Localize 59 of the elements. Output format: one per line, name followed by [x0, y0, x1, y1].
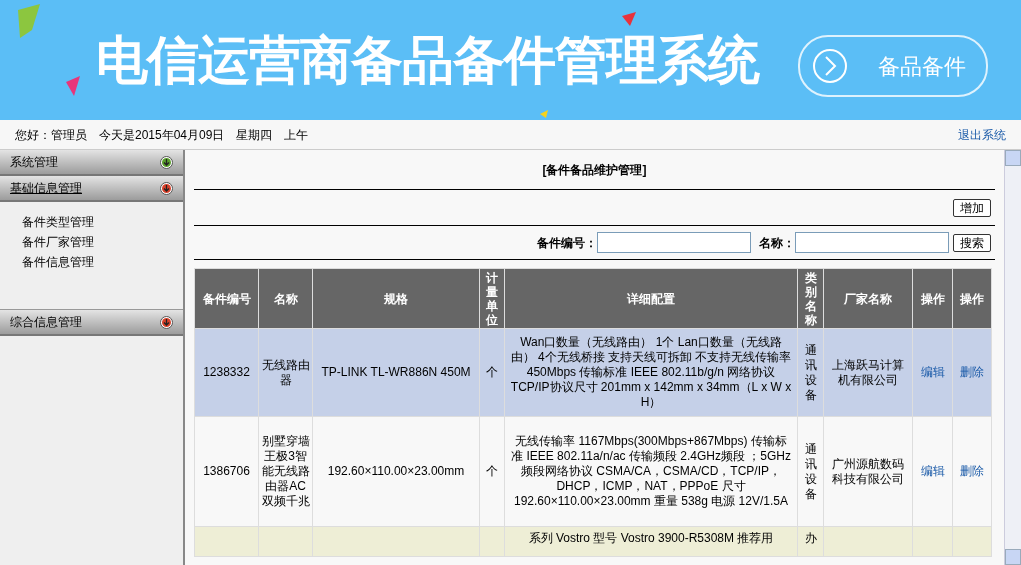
- confetti-icon: [540, 110, 548, 118]
- down-arrow-icon: [160, 181, 173, 195]
- table-cell: 个: [486, 365, 498, 379]
- column-header: 计量单位: [479, 268, 505, 329]
- confetti-icon: [66, 76, 80, 96]
- table-cell: 通讯设备: [804, 342, 817, 402]
- action-link[interactable]: 编辑: [920, 464, 945, 478]
- table-row[interactable]: [194, 416, 992, 527]
- code-input[interactable]: [597, 232, 751, 253]
- search-label: 备件编号：: [537, 234, 597, 252]
- column-header: 备件编号: [194, 268, 259, 329]
- table-cell: 别墅穿墙王极3智能无线路由器AC双频千兆: [261, 434, 310, 508]
- table-cell: Wan口数量（无线路由） 1个 Lan口数量（无线路由） 4个无线桥接 支持天线可拆卸 不支持无线传输率 450Mbps 传输标准 IEEE 802.11b/g/n 网络协议 TCP/IP协议尺寸 201mm x 142mm x 34mm（L x W x H）: [510, 335, 792, 409]
- name-input[interactable]: [795, 232, 949, 253]
- column-header: 厂家名称: [823, 268, 913, 329]
- chevron-icon: [812, 48, 848, 84]
- table-cell: 1386706: [203, 464, 250, 478]
- period-text: 上午: [284, 126, 309, 144]
- down-arrow-icon: [160, 155, 173, 169]
- table-row[interactable]: 系列 Vostro 型号 Vostro 3900-R5308M 推荐用 办: [194, 526, 992, 557]
- sidebar-group[interactable]: 综合信息管理: [0, 310, 183, 336]
- table-cell: 通讯设备: [804, 441, 817, 501]
- search-button[interactable]: 搜索: [953, 233, 991, 252]
- table-cell: 上海跃马计算机有限公司: [832, 357, 904, 387]
- table-cell: 系列 Vostro 型号 Vostro 3900-R5308M 推荐用: [528, 531, 774, 545]
- sidebar-group[interactable]: 基础信息管理: [0, 176, 183, 202]
- sidebar-link[interactable]: 备件厂家管理: [22, 234, 183, 250]
- down-arrow-icon: [160, 315, 173, 329]
- confetti-icon: [18, 4, 40, 38]
- column-header: 类别名称: [797, 268, 824, 329]
- table-cell: 无线路由器: [261, 357, 310, 387]
- scrollbar[interactable]: [1004, 150, 1021, 565]
- sidebar-link[interactable]: 备件类型管理: [22, 214, 183, 230]
- table-cell: 广州源航数码科技有限公司: [832, 456, 904, 486]
- column-header: 规格: [312, 268, 480, 329]
- sidebar-link[interactable]: 备件信息管理: [22, 254, 183, 270]
- table-cell: TP-LINK TL-WR886N 450M: [321, 365, 471, 379]
- table-cell: 办: [804, 531, 817, 545]
- page-title: [备件备品维护管理]: [194, 150, 995, 190]
- column-header: 详细配置: [504, 268, 798, 329]
- greeting-text: 您好：管理员: [15, 126, 87, 144]
- action-link[interactable]: 删除: [960, 464, 984, 478]
- table-cell: 1238332: [203, 365, 250, 379]
- column-header: 名称: [258, 268, 313, 329]
- column-header: 操作: [912, 268, 953, 329]
- sidebar-group[interactable]: 系统管理: [0, 150, 183, 176]
- action-link[interactable]: 编辑: [920, 365, 945, 379]
- logout-link[interactable]: 退出系统: [958, 125, 1006, 144]
- table-cell: 无线传输率 1167Mbps(300Mbps+867Mbps) 传输标准 IEEE 802.11a/n/ac 传输频段 2.4GHz频段 ；5GHz频段网络协议 CSMA/CA，CSMA/CD，TCP/IP，DHCP，ICMP，NAT，PPPoE 尺寸 192.60×110.00×23.00mm 重量 538g 电源 12V/1.5A: [511, 434, 791, 508]
- table-cell: 个: [486, 464, 498, 478]
- weekday-text: 星期四: [236, 126, 273, 144]
- column-header: 操作: [952, 268, 992, 329]
- search-label: 名称：: [759, 234, 795, 252]
- banner-title: 电信运营商备品备件管理系统: [96, 32, 759, 88]
- table-cell: 192.60×110.00×23.00mm: [327, 464, 465, 478]
- add-button[interactable]: 增加: [953, 198, 991, 217]
- confetti-icon: [622, 12, 636, 26]
- action-link[interactable]: 删除: [960, 365, 984, 379]
- date-text: 今天是2015年04月09日: [99, 126, 225, 144]
